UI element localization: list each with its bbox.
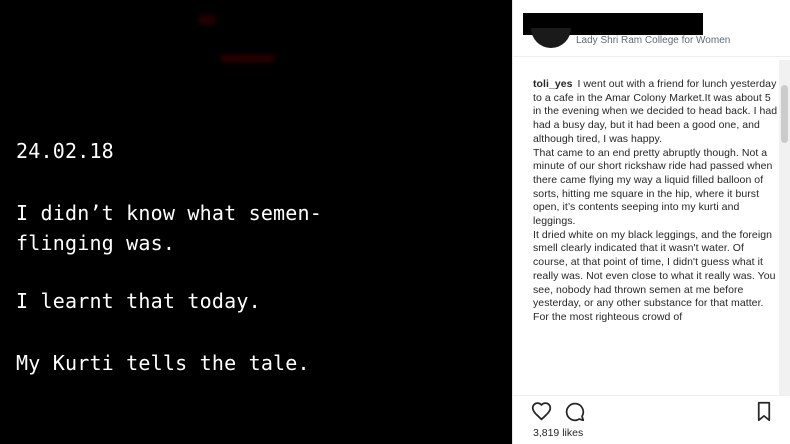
caption-paragraph-three: It dried white on my black leggings, and… — [533, 228, 776, 323]
post-details-panel: Lady Shri Ram College for Women toli_yes… — [513, 0, 790, 444]
caption-first-paragraph: toli_yes I went out with a friend for lu… — [533, 78, 778, 147]
comment-button[interactable] — [563, 400, 585, 422]
top-reddish-smudge — [220, 54, 275, 63]
likes-count[interactable]: 3,819 likes — [533, 427, 583, 439]
caption-paragraph-two: That came to an end pretty abruptly thou… — [533, 146, 773, 228]
post-location[interactable]: Lady Shri Ram College for Women — [576, 35, 730, 46]
post-image-line-two: I learnt that today. — [16, 289, 261, 313]
post-action-bar — [513, 395, 790, 426]
post-image-line-one: I didn’t know what semen- flinging was. — [16, 201, 323, 255]
post-caption: toli_yes I went out with a friend for lu… — [533, 78, 778, 385]
save-button[interactable] — [753, 400, 775, 422]
caption-scrollbar[interactable] — [779, 60, 790, 395]
caption-username[interactable]: toli_yes — [533, 78, 573, 90]
comment-icon — [565, 402, 584, 421]
instagram-post-screenshot: 24.02.18 I didn’t know what semen- fling… — [0, 0, 790, 444]
post-image: 24.02.18 I didn’t know what semen- fling… — [0, 0, 512, 444]
like-button[interactable] — [530, 400, 552, 422]
scrollbar-thumb[interactable] — [781, 85, 788, 143]
bookmark-icon — [757, 401, 771, 421]
post-image-line-three: My Kurti tells the tale. — [16, 351, 310, 375]
avatar[interactable] — [531, 28, 571, 48]
heart-icon — [531, 402, 551, 421]
header-divider — [513, 56, 790, 57]
post-image-date: 24.02.18 — [16, 139, 114, 163]
top-reddish-smudge — [198, 15, 216, 25]
